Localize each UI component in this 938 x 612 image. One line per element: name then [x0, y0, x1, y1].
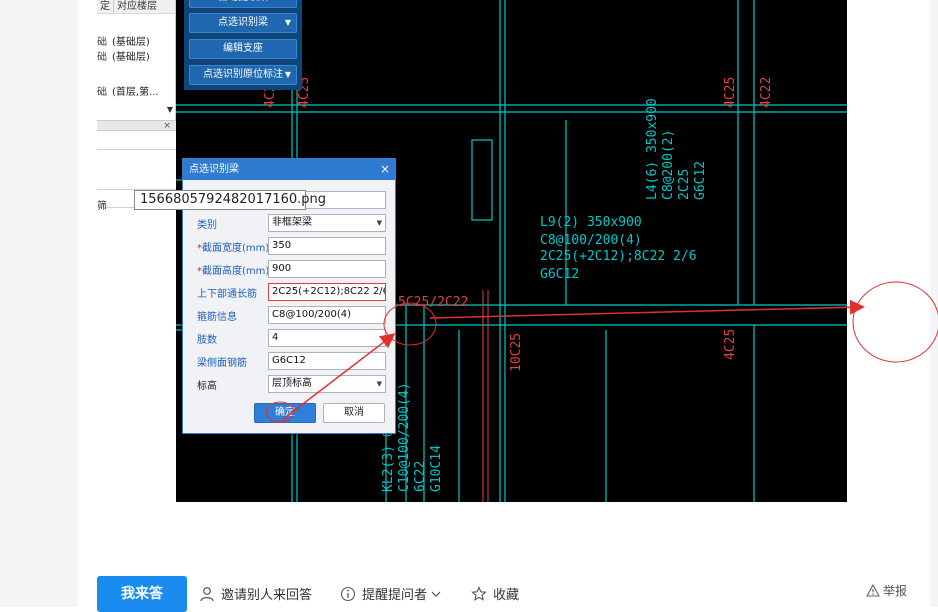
panel-close-button[interactable]: × [97, 121, 176, 131]
rebar-label: 4C25 [723, 77, 738, 108]
beam-L9-line: G6C12 [540, 267, 579, 282]
field-label: 类别 [197, 220, 217, 231]
favorite-action[interactable]: 收藏 [471, 584, 519, 603]
beam-L4-line: C8@200(2) [661, 130, 676, 200]
beam-L4-line: L4(6) 350x900 [645, 98, 660, 200]
field-stirrup: 箍筋信息 C8@100/200(4) [183, 306, 397, 324]
edit-support-button[interactable]: 编辑支座 [189, 39, 297, 59]
chevron-down-icon [431, 591, 441, 597]
width-input[interactable]: 350 [268, 237, 386, 255]
filename-tooltip: 1566805792482017160.png [134, 190, 326, 210]
invite-action[interactable]: 邀请别人来回答 [199, 584, 312, 603]
caret-down-icon: ▼ [284, 70, 291, 79]
star-icon [471, 585, 487, 601]
pick-recognize-beam-button[interactable]: 点选识别梁 ▼ [189, 13, 297, 33]
rebar-label: 5C25/2C22 [398, 295, 468, 310]
recognition-toolbar: 自动提取梁 点选识别梁 ▼ 编辑支座 点选识别原位标注 ▼ [184, 0, 302, 90]
question-screenshot: 4C22 4C25 4C25 4C22 5C25/2C22 10C25 4C25… [97, 0, 847, 502]
column-header: 对应楼层 [113, 0, 160, 13]
rebar-label: 4C22 [759, 77, 774, 108]
property-list-header: 定 对应楼层 [97, 0, 175, 14]
field-category: 类别 非框架梁 ▼ [183, 214, 397, 232]
divider [97, 149, 176, 150]
field-height: *截面高度(mm) 900 [183, 260, 397, 278]
warning-icon [866, 584, 880, 597]
beam-L4-line: G6C12 [693, 161, 708, 200]
beam-KL2-line: G10C14 [429, 445, 444, 492]
beam-KL2-line: 6C22 [413, 461, 428, 492]
caret-down-icon: ▼ [284, 18, 291, 27]
field-elevation: 标高 层顶标高 ▼ [183, 375, 397, 393]
close-icon[interactable]: × [380, 159, 390, 180]
info-icon [340, 586, 356, 601]
confirm-button[interactable]: 确定 [254, 403, 316, 423]
field-label: 箍筋信息 [197, 312, 237, 323]
field-side-rebar: 梁侧面钢筋 G6C12 [183, 352, 397, 370]
legs-input[interactable]: 4 [268, 329, 386, 347]
report-action[interactable]: 举报 [866, 582, 907, 599]
rebar-label: 4C25 [723, 329, 738, 360]
elevation-select[interactable]: 层顶标高 ▼ [268, 375, 386, 393]
field-label: 梁侧面钢筋 [197, 358, 247, 369]
property-list: 定 对应楼层 础 (基础层) 础 (基础层) 础 (首层,第... ▼ [97, 0, 176, 120]
beam-L9-line: 2C25(+2C12);8C22 2/6 [540, 249, 697, 264]
beam-L9-line: C8@100/200(4) [540, 233, 642, 248]
field-label: 上下部通长筋 [197, 289, 257, 300]
dropdown-arrow-icon: ▼ [376, 380, 382, 388]
auto-extract-beam-button[interactable]: 自动提取梁 [189, 0, 297, 8]
field-legs: 肢数 4 [183, 329, 397, 347]
column-header: 定 [100, 1, 110, 12]
dialog-title: 点选识别梁 [189, 164, 239, 175]
field-label: 肢数 [197, 335, 217, 346]
beam-KL2-line: C10@100/200(4) [397, 382, 412, 492]
field-width: *截面宽度(mm) 350 [183, 237, 397, 255]
rebar-label: 10C25 [509, 333, 524, 372]
field-label: 标高 [197, 381, 217, 392]
user-icon [200, 586, 214, 601]
remind-action[interactable]: 提醒提问者 [340, 584, 442, 603]
beam-L9-line: L9(2) 350x900 [540, 215, 642, 230]
dropdown-arrow-icon: ▼ [376, 219, 382, 227]
field-label: *截面高度(mm) [197, 266, 270, 277]
pick-recognize-annotation-button[interactable]: 点选识别原位标注 ▼ [189, 65, 297, 85]
stirrup-input[interactable]: C8@100/200(4) [268, 306, 386, 324]
longitudinal-rebar-input[interactable]: 2C25(+2C12);8C22 2/6 [268, 283, 386, 301]
field-label: *截面宽度(mm) [197, 243, 270, 254]
scroll-down-icon[interactable]: ▼ [165, 105, 175, 117]
height-input[interactable]: 900 [268, 260, 386, 278]
beam-L4-line: 2C25 [677, 169, 692, 200]
field-longitudinal-rebar: 上下部通长筋 2C25(+2C12);8C22 2/6 [183, 283, 397, 301]
category-select[interactable]: 非框架梁 ▼ [268, 214, 386, 232]
panel-text: 筛 [97, 201, 107, 212]
side-rebar-input[interactable]: G6C12 [268, 352, 386, 370]
cancel-button[interactable]: 取消 [323, 403, 385, 423]
dialog-titlebar: 点选识别梁 × [183, 159, 395, 180]
